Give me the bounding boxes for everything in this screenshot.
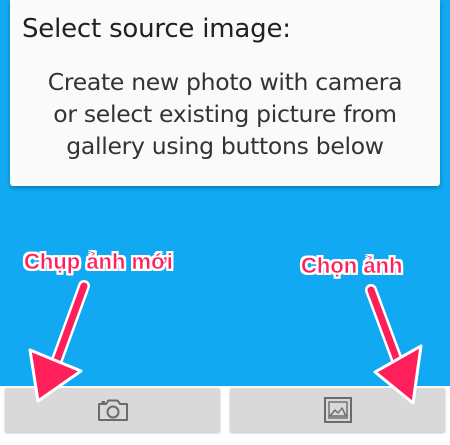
card-body-line: or select existing picture from [53,100,397,128]
screen: Select source image: Create new photo wi… [0,0,450,445]
card-body-line: Create new photo with camera [47,68,403,96]
card-body: Create new photo with camera or select e… [10,66,440,162]
camera-arrow [28,280,90,403]
card-title: Select source image: [22,14,291,44]
gallery-button[interactable] [230,388,445,432]
camera-icon [97,399,128,421]
camera-button[interactable] [5,388,220,432]
gallery-annotation-label: Chọn ảnh [301,253,403,279]
card-body-line: gallery using buttons below [66,132,384,160]
image-icon [323,397,352,423]
instruction-card: Select source image: Create new photo wi… [10,0,440,186]
camera-annotation-label: Chụp ảnh mới [24,249,173,275]
